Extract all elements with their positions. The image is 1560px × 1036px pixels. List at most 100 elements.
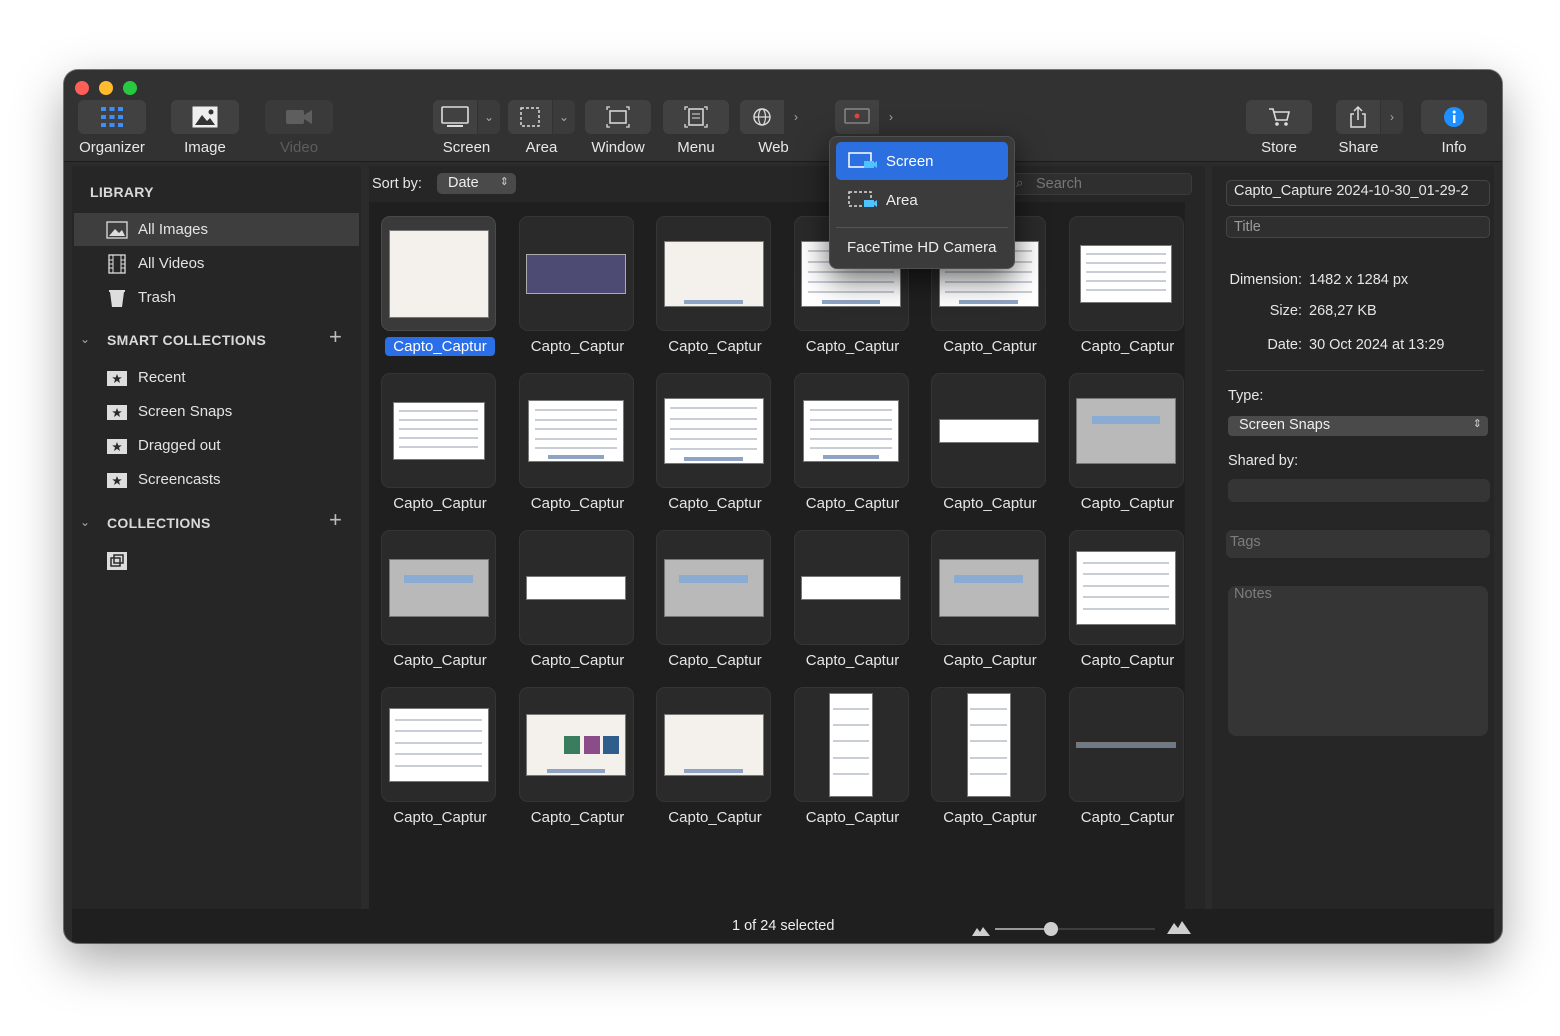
thumbnail-caption: Capto_Captur <box>1059 809 1197 826</box>
thumbnail-caption: Capto_Captur <box>921 495 1059 512</box>
thumbnail-frame <box>793 530 909 645</box>
thumbnail-item[interactable]: Capto_Captur <box>646 373 784 523</box>
thumbnail-item[interactable]: Capto_Captur <box>509 216 647 366</box>
zoom-slider[interactable] <box>995 922 1155 936</box>
thumbnail-item[interactable]: Capto_Captur <box>371 687 509 837</box>
menu-item-label: Area <box>886 191 918 209</box>
thumbnail-item[interactable]: Capto_Captur <box>646 530 784 680</box>
menu-item-facetime-camera[interactable]: FaceTime HD Camera <box>847 239 996 256</box>
screenshot-thumbnail <box>663 713 764 776</box>
type-select[interactable]: Screen Snaps ⇕ <box>1228 416 1488 436</box>
thumbnail-item[interactable]: Capto_Captur <box>784 687 922 837</box>
area-dropdown-chevron-icon[interactable]: ⌄ <box>553 100 575 134</box>
sidebar-item-all-videos[interactable]: All Videos <box>74 247 359 280</box>
thumbnail-detail <box>832 707 870 710</box>
thumbnail-frame <box>1068 687 1184 802</box>
smart-collections-heading: SMART COLLECTIONS <box>107 332 267 348</box>
close-window-button[interactable] <box>75 81 89 95</box>
thumbnail-detail <box>398 410 479 413</box>
sidebar-item-all-images[interactable]: All Images <box>74 213 359 246</box>
thumbnail-item[interactable]: Capto_Captur <box>646 687 784 837</box>
sidebar-item-collection[interactable] <box>74 544 359 577</box>
title-field[interactable]: Title <box>1226 216 1490 238</box>
organizer-tool[interactable]: Organizer <box>78 100 146 156</box>
thumbnail-item[interactable]: Capto_Captur <box>1059 687 1197 837</box>
sidebar-item-trash[interactable]: Trash <box>74 281 359 314</box>
area-tool[interactable]: ⌄ Area <box>508 100 575 156</box>
screenshot-thumbnail <box>388 558 489 617</box>
web-more-chevron-icon[interactable]: › <box>785 100 807 134</box>
sidebar-item-dragged-out[interactable]: Dragged out <box>74 429 359 462</box>
info-panel: Capto_Capture 2024-10-30_01-29-2 Title D… <box>1212 166 1494 909</box>
thumbnail-item[interactable]: Capto_Captur <box>371 216 509 366</box>
sidebar-item-recent[interactable]: Recent <box>74 361 359 394</box>
film-strip-icon <box>106 253 128 274</box>
thumbnail-item[interactable]: Capto_Captur <box>921 373 1059 523</box>
menu-item-label: Screen <box>886 152 934 170</box>
thumbnail-detail <box>547 454 605 459</box>
smart-collections-chevron-icon[interactable]: ⌄ <box>80 332 90 346</box>
notes-field[interactable]: Notes <box>1228 586 1488 736</box>
tags-field[interactable]: Tags <box>1226 530 1490 558</box>
menu-item-screen[interactable]: Screen <box>836 142 1008 180</box>
thumbnail-caption: Capto_Captur <box>784 809 922 826</box>
thumbnail-item[interactable]: Capto_Captur <box>1059 530 1197 680</box>
thumbnail-item[interactable]: Capto_Captur <box>784 373 922 523</box>
share-more-chevron-icon[interactable]: › <box>1381 100 1403 134</box>
video-tool[interactable]: Video <box>265 100 333 156</box>
zoom-window-button[interactable] <box>123 81 137 95</box>
shared-by-field[interactable] <box>1228 479 1490 502</box>
screen-dropdown-chevron-icon[interactable]: ⌄ <box>478 100 500 134</box>
thumbnail-item[interactable]: Capto_Captur <box>509 687 647 837</box>
screen-tool[interactable]: ⌄ Screen <box>433 100 500 156</box>
web-tool[interactable]: › Web <box>740 100 807 156</box>
thumbnail-item[interactable]: Capto_Captur <box>371 530 509 680</box>
thumbnail-frame <box>656 530 771 645</box>
sidebar-item-screen-snaps[interactable]: Screen Snaps <box>74 395 359 428</box>
thumbnail-item[interactable]: Capto_Captur <box>1059 373 1197 523</box>
thumbnail-item[interactable]: Capto_Captur <box>509 530 647 680</box>
sort-select[interactable]: Date ⇕ <box>437 173 516 194</box>
minimize-window-button[interactable] <box>99 81 113 95</box>
store-tool[interactable]: Store <box>1246 100 1312 156</box>
sidebar-item-screencasts[interactable]: Screencasts <box>74 463 359 496</box>
menu-tool[interactable]: Menu <box>663 100 729 156</box>
menu-item-area[interactable]: Area <box>836 181 1008 219</box>
record-tool[interactable]: › <box>835 100 902 134</box>
image-tool[interactable]: Image <box>171 100 239 156</box>
scrollbar-track[interactable] <box>1185 202 1205 909</box>
screenshot-thumbnail <box>526 253 626 294</box>
thumbnail-detail <box>821 299 881 304</box>
thumbnail-item[interactable]: Capto_Captur <box>371 373 509 523</box>
info-tool[interactable]: Info <box>1421 100 1487 156</box>
sort-select-value: Date <box>448 175 479 191</box>
thumbnail-detail <box>809 408 893 411</box>
thumbnail-item[interactable]: Capto_Captur <box>1059 216 1197 366</box>
share-tool[interactable]: › Share <box>1336 100 1403 156</box>
collections-chevron-icon[interactable]: ⌄ <box>80 515 90 529</box>
thumbnail-item[interactable]: Capto_Captur <box>646 216 784 366</box>
thumbnail-item[interactable]: Capto_Captur <box>921 687 1059 837</box>
thumbnail-item[interactable]: Capto_Captur <box>784 530 922 680</box>
thumbnail-item[interactable]: Capto_Captur <box>509 373 647 523</box>
thumbnail-frame <box>518 373 634 488</box>
web-label: Web <box>758 139 789 156</box>
thumbnail-caption-text: Capto_Captur <box>668 495 762 512</box>
shared-by-label: Shared by: <box>1228 453 1299 469</box>
window-tool[interactable]: Window <box>585 100 651 156</box>
app-window: Organizer Image Video ⌄ Screen ⌄ Area Wi… <box>64 70 1502 943</box>
filename-field[interactable]: Capto_Capture 2024-10-30_01-29-2 <box>1226 180 1490 206</box>
record-more-chevron-icon[interactable]: › <box>880 100 902 134</box>
thumbnail-item[interactable]: Capto_Captur <box>921 530 1059 680</box>
add-smart-collection-plus-icon[interactable]: + <box>329 324 342 350</box>
share-label: Share <box>1338 139 1379 156</box>
size-key: Size: <box>1269 303 1302 319</box>
add-collection-plus-icon[interactable]: + <box>329 507 342 533</box>
zoom-slider-knob[interactable] <box>1044 922 1058 936</box>
search-input[interactable]: Search ⌕ <box>1009 173 1192 195</box>
updown-chevron-icon: ⇕ <box>499 176 509 188</box>
thumbnail-caption: Capto_Captur <box>371 809 509 826</box>
star-folder-icon <box>106 436 128 456</box>
thumbnail-frame <box>1068 216 1184 331</box>
divider <box>1226 370 1484 371</box>
